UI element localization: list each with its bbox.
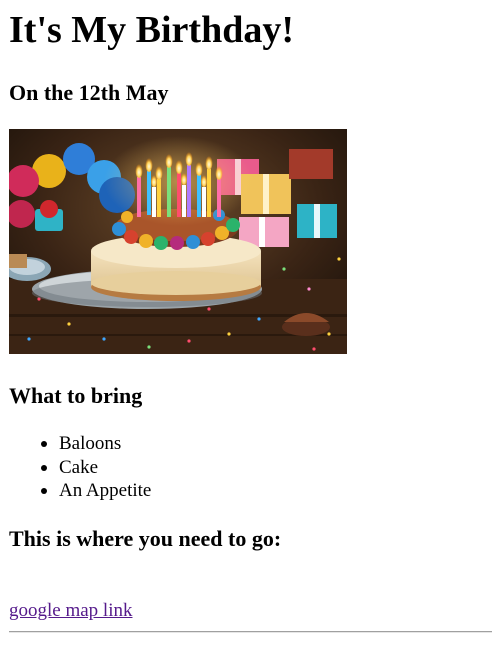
what-to-bring-heading: What to bring [9,383,143,408]
list-item-label: Baloons [59,433,122,454]
horizontal-rule [9,631,492,633]
location-heading: This is where you need to go: [9,526,282,551]
list-item: An Appetite [41,479,152,503]
bullet-icon [41,441,47,447]
bullet-icon [41,488,47,494]
date-heading: On the 12th May [9,80,169,105]
birthday-cake-image [9,129,347,354]
page-content: It's My Birthday! On the 12th May What t… [9,0,492,633]
page-title: It's My Birthday! [9,9,294,51]
list-item-label: Cake [59,456,99,478]
bullet-icon [41,464,47,471]
bring-list: Baloons Cake An Appetite [9,432,151,503]
list-item: Baloons [41,432,151,456]
list-item: Cake [41,456,151,480]
google-map-link[interactable]: google map link [9,599,132,622]
list-item-label: An Appetite [59,480,152,501]
